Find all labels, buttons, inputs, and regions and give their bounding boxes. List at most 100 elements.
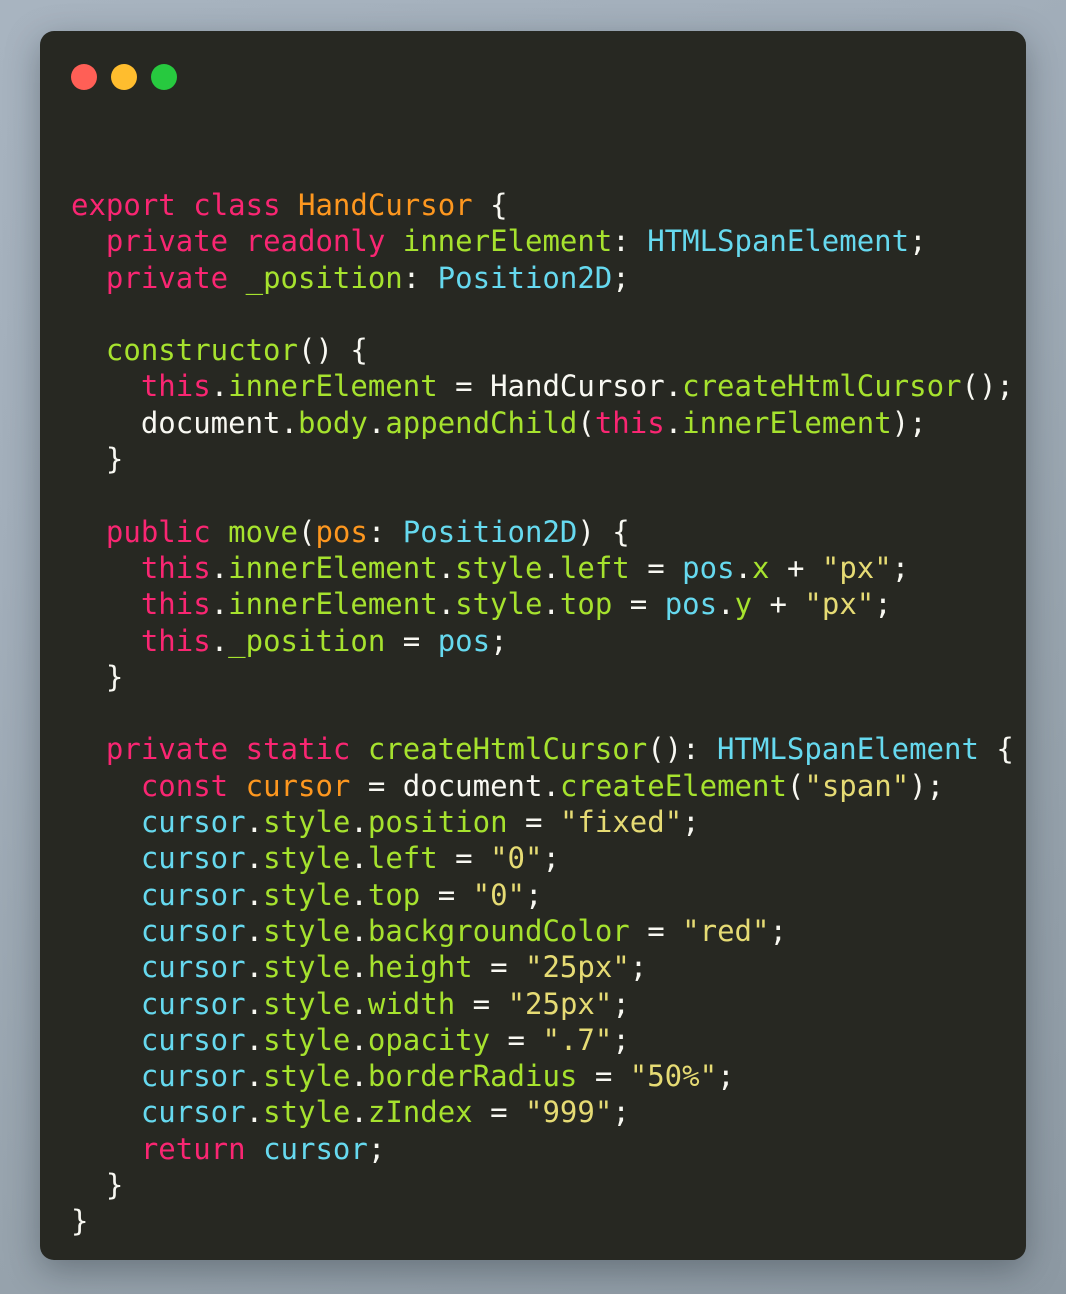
code-token: height	[367, 950, 473, 985]
code-line[interactable]: const cursor = document.createElement("s…	[71, 768, 1008, 804]
code-token: .	[350, 950, 368, 985]
code-token: pos	[664, 587, 718, 622]
code-token: .	[245, 805, 264, 840]
maximize-window-button[interactable]	[151, 64, 177, 90]
code-token: {	[978, 732, 1014, 767]
code-token: .	[350, 841, 368, 876]
code-token: ;	[542, 841, 560, 876]
code-line[interactable]: }	[71, 441, 1008, 477]
code-token: .	[245, 841, 264, 876]
code-token: Position2D	[402, 514, 578, 549]
code-token: style	[263, 841, 351, 876]
code-line[interactable]: cursor.style.top = "0";	[71, 877, 1008, 913]
code-line[interactable]: this.innerElement.style.left = pos.x + "…	[71, 550, 1008, 586]
code-line[interactable]: constructor() {	[71, 332, 1008, 368]
window-titlebar[interactable]	[40, 31, 1026, 123]
code-token: =	[629, 550, 683, 585]
code-token: .	[350, 1059, 368, 1094]
code-token: innerElement	[228, 587, 438, 622]
code-token: appendChild	[385, 405, 578, 440]
code-token: .	[437, 587, 456, 622]
code-token: HandCursor	[298, 188, 473, 222]
code-token: zIndex	[367, 1095, 473, 1130]
code-line[interactable]: cursor.style.borderRadius = "50%";	[71, 1058, 1008, 1094]
code-line[interactable]: public move(pos: Position2D) {	[71, 514, 1008, 550]
code-token: ;	[367, 1131, 386, 1166]
code-line[interactable]: export class HandCursor {	[71, 187, 1008, 223]
code-token: y	[734, 587, 753, 622]
code-line[interactable]: cursor.style.position = "fixed";	[71, 804, 1008, 840]
code-token: .	[437, 550, 456, 585]
minimize-window-button[interactable]	[111, 64, 137, 90]
code-line[interactable]: cursor.style.height = "25px";	[71, 949, 1008, 985]
close-window-button[interactable]	[71, 64, 97, 90]
code-token: ;	[612, 260, 630, 295]
code-token: opacity	[367, 1022, 491, 1057]
code-line[interactable]	[71, 695, 1008, 731]
code-line[interactable]: this.innerElement = HandCursor.createHtm…	[71, 368, 1014, 404]
code-token: style	[263, 986, 351, 1021]
code-token: "red"	[682, 913, 770, 948]
code-line[interactable]: this.innerElement.style.top = pos.y + "p…	[71, 586, 1008, 622]
code-line[interactable]: }	[71, 659, 1008, 695]
code-token: }	[71, 1204, 89, 1239]
code-token: (	[298, 514, 316, 549]
code-token: backgroundColor	[367, 913, 630, 948]
code-token: style	[263, 877, 351, 912]
code-token: =	[437, 369, 491, 404]
code-token: .	[350, 805, 368, 840]
code-token: .	[664, 405, 683, 440]
code-line[interactable]: }	[71, 1203, 1008, 1239]
code-line[interactable]: cursor.style.width = "25px";	[71, 986, 1008, 1022]
code-token: position	[367, 805, 508, 840]
code-editor-content[interactable]: export class HandCursor { private readon…	[71, 187, 1014, 1240]
code-token: .	[280, 405, 298, 440]
code-line[interactable]: }	[71, 1167, 1008, 1203]
code-token: .	[245, 950, 264, 985]
code-token: body	[298, 405, 368, 440]
code-window: export class HandCursor { private readon…	[40, 31, 1026, 1260]
code-line[interactable]: cursor.style.left = "0";	[71, 840, 1008, 876]
code-line[interactable]: private _position: Position2D;	[71, 260, 1008, 296]
code-line[interactable]: cursor.style.opacity = ".7";	[71, 1022, 1008, 1058]
code-token: .	[210, 623, 229, 658]
code-token: borderRadius	[367, 1059, 578, 1094]
code-token: HandCursor	[490, 369, 665, 404]
code-token: "px"	[821, 550, 892, 585]
code-token: cursor	[140, 1095, 246, 1130]
code-line[interactable]	[71, 477, 1008, 513]
code-token: pos	[437, 623, 491, 658]
code-line[interactable]: private static createHtmlCursor(): HTMLS…	[71, 731, 1014, 767]
code-line[interactable]: cursor.style.zIndex = "999";	[71, 1094, 1008, 1130]
code-line[interactable]: this._position = pos;	[71, 623, 1008, 659]
code-token: document	[402, 768, 543, 803]
code-token: innerElement	[228, 369, 438, 404]
code-token: this	[140, 623, 211, 658]
code-token: {	[472, 188, 508, 222]
code-token: .	[350, 877, 368, 912]
code-line[interactable]	[71, 296, 1008, 332]
code-token: style	[455, 550, 543, 585]
code-token: :	[367, 514, 403, 549]
code-token: createHtmlCursor	[682, 369, 962, 404]
code-token: _position	[228, 623, 386, 658]
code-token: =	[629, 913, 683, 948]
code-token: +	[752, 587, 805, 622]
code-line[interactable]: cursor.style.backgroundColor = "red";	[71, 913, 1008, 949]
code-token: .	[734, 550, 753, 585]
code-line[interactable]: return cursor;	[71, 1131, 1008, 1167]
code-token: =	[490, 1022, 543, 1057]
code-line[interactable]: document.body.appendChild(this.innerElem…	[71, 405, 1008, 441]
code-line[interactable]: private readonly innerElement: HTMLSpanE…	[71, 223, 1008, 259]
